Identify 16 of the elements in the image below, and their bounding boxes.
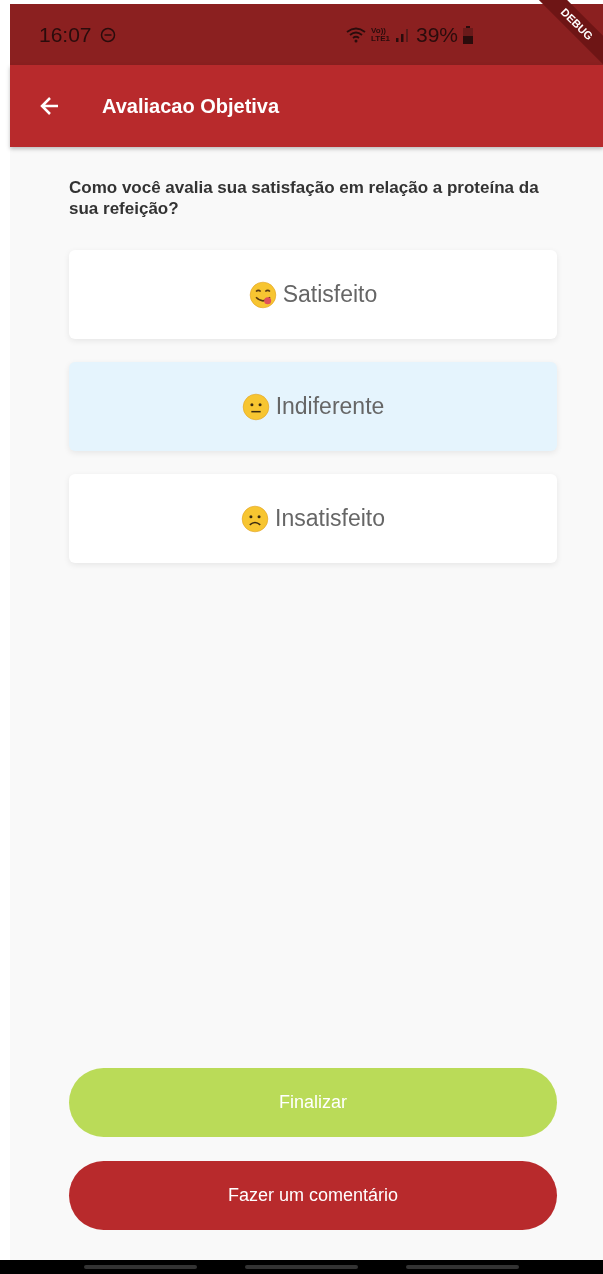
neutral-face-icon [241, 392, 270, 421]
network-type: Vo)) LTE1 [371, 26, 390, 43]
do-not-disturb-icon [99, 26, 116, 43]
comment-button[interactable]: Fazer um comentário [69, 1161, 557, 1230]
smiling-face-with-tongue-icon [248, 280, 277, 309]
answer-option[interactable]: Indiferente [69, 362, 557, 451]
wifi-icon [346, 26, 366, 43]
frowning-face-icon [241, 504, 269, 533]
answer-option[interactable]: Insatisfeito [69, 474, 557, 563]
battery-icon [463, 25, 473, 44]
clock: 16:07 [39, 22, 92, 47]
answer-option[interactable]: Satisfeito [69, 250, 557, 339]
battery-percent: 39% [415, 22, 458, 47]
signal-icon [394, 26, 411, 43]
question-text: Como você avalia sua satisfação em relação a proteína da sua refeição? [69, 177, 540, 219]
screen-title: Avaliacao Objetiva [102, 94, 280, 118]
